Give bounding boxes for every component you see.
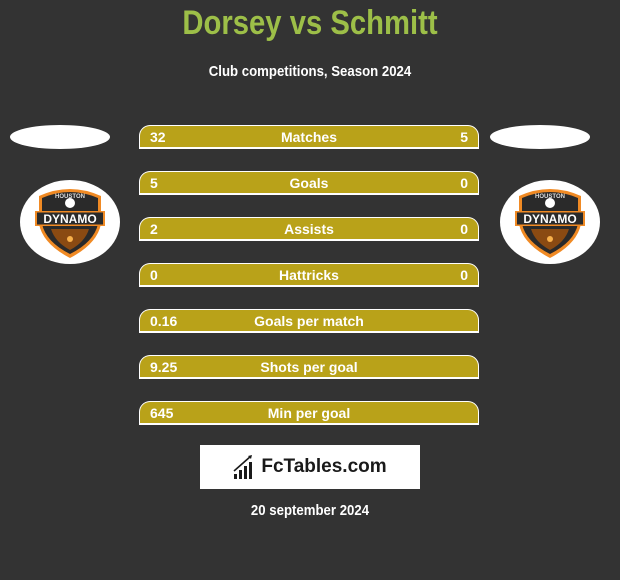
stat-row-goals: 5 Goals 0 [139, 171, 479, 195]
page-title: Dorsey vs Schmitt [182, 4, 438, 42]
right-value: 5 [460, 129, 468, 145]
right-club-logo[interactable]: HOUSTON DYNAMO [500, 180, 600, 264]
stat-label: Hattricks [279, 267, 339, 283]
stat-row-shots-per-goal: 9.25 Shots per goal [139, 355, 479, 379]
stat-label: Assists [284, 221, 334, 237]
svg-text:HOUSTON: HOUSTON [535, 194, 565, 200]
right-value: 0 [460, 175, 468, 191]
right-value: 0 [460, 221, 468, 237]
stat-label: Goals [289, 175, 329, 191]
left-player-placeholder [10, 125, 110, 149]
svg-text:HOUSTON: HOUSTON [55, 194, 85, 200]
right-value: 0 [460, 267, 468, 283]
svg-text:DYNAMO: DYNAMO [43, 212, 96, 226]
brand-name: FcTables.com [261, 456, 387, 477]
svg-text:DYNAMO: DYNAMO [523, 212, 576, 226]
houston-dynamo-logo-icon: HOUSTON DYNAMO [35, 189, 105, 258]
stat-label: Min per goal [267, 405, 351, 421]
report-date: 20 september 2024 [250, 502, 370, 519]
fctables-brand-link[interactable]: FcTables.com [200, 445, 420, 489]
left-club-logo[interactable]: HOUSTON DYNAMO [20, 180, 120, 264]
stat-label: Matches [280, 129, 338, 145]
stat-label: Shots per goal [260, 359, 358, 375]
stat-label: Goals per match [254, 313, 364, 329]
competition-subtitle: Club competitions, Season 2024 [208, 63, 412, 80]
stat-row-matches: 32 Matches 5 [139, 125, 479, 149]
stat-row-assists: 2 Assists 0 [139, 217, 479, 241]
stat-row-goals-per-match: 0.16 Goals per match [139, 309, 479, 333]
stat-row-hattricks: 0 Hattricks 0 [139, 263, 479, 287]
houston-dynamo-logo-icon: HOUSTON DYNAMO [515, 189, 585, 258]
right-player-placeholder [490, 125, 590, 149]
bar-chart-icon [233, 455, 253, 479]
stat-row-min-per-goal: 645 Min per goal [139, 401, 479, 425]
